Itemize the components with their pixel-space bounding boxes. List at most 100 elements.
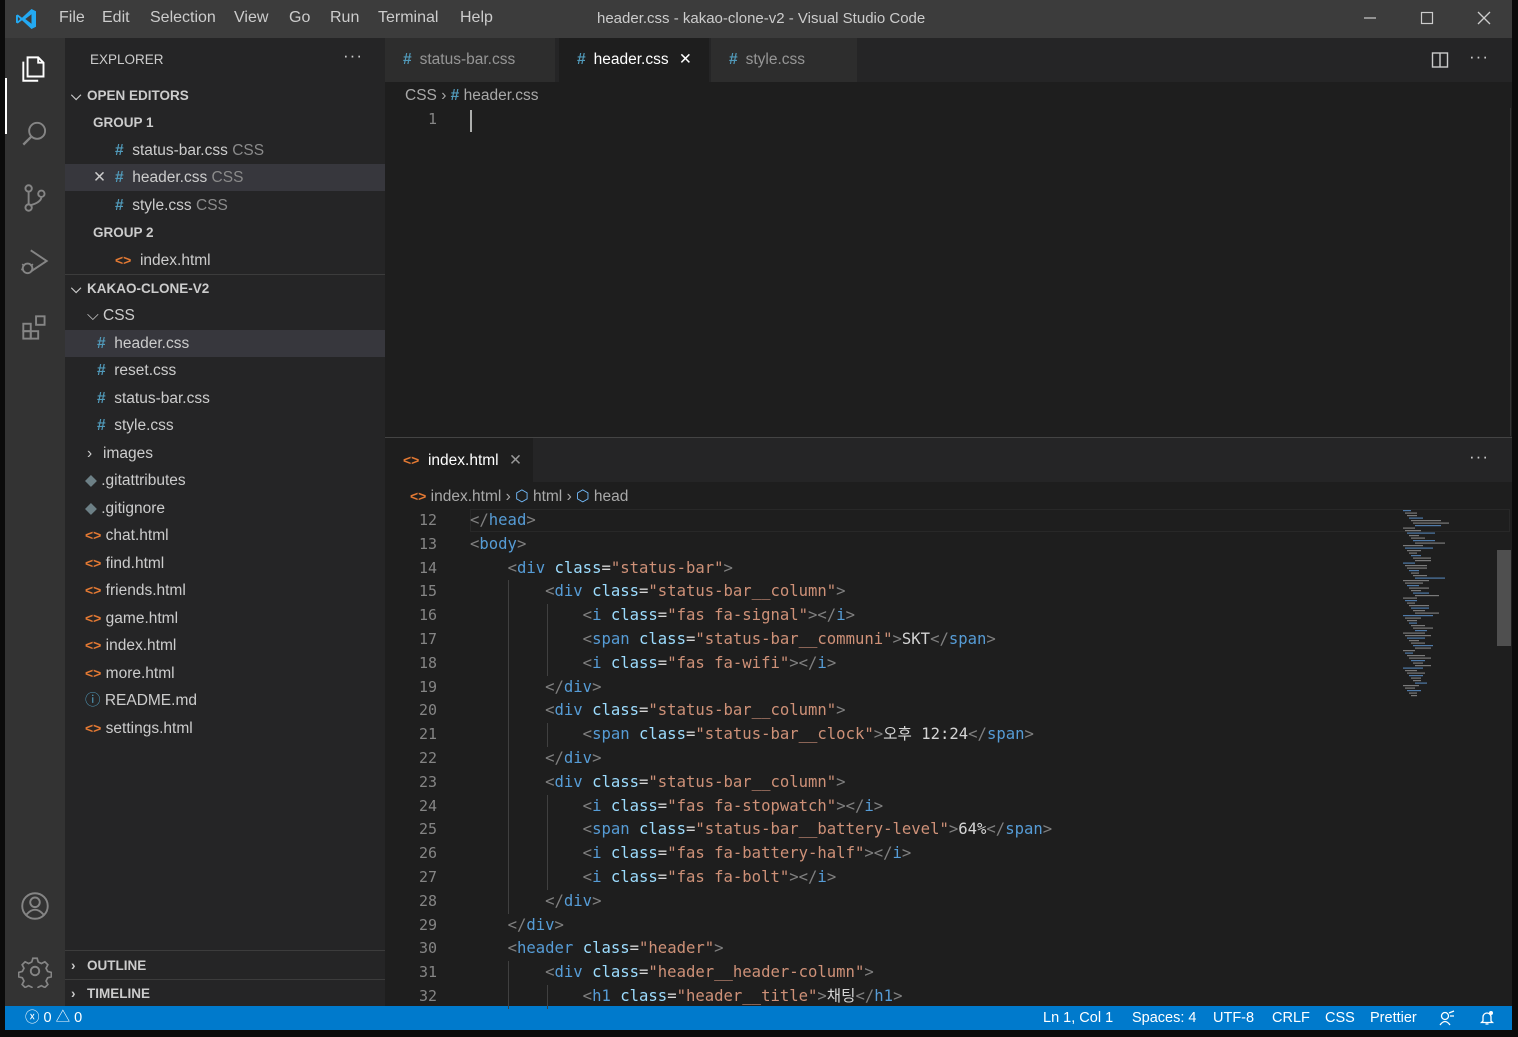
breadcrumb-folder[interactable]: CSS [405,87,437,104]
code-token: > [592,749,602,767]
minimap[interactable] [1395,508,1495,708]
file-find-html[interactable]: <> find.html [65,550,385,577]
code-token: ></ [808,606,837,625]
minimap-line [1415,612,1439,614]
minimap-line [1411,625,1425,627]
extensions-icon [22,315,46,340]
problems-indicator[interactable]: ⓧ 0 △ 0 [25,1006,82,1030]
tab-style-css[interactable]: # style.css [711,38,857,82]
code-token: < [582,987,593,1005]
open-editors-header[interactable]: ⌵ OPEN EDITORS [65,82,385,109]
breadcrumb-symbol-html[interactable]: html [533,488,562,505]
code-token: div [516,558,546,577]
end-of-line[interactable]: CRLF [1272,1006,1310,1030]
html-file-icon: <> [85,665,102,681]
file-style-css[interactable]: # style.css [65,412,385,439]
timeline-header[interactable]: › TIMELINE [65,980,385,1007]
open-editor-header-css[interactable]: ✕ # header.css CSS [65,164,385,191]
code-token: < [582,820,593,839]
file-more-html[interactable]: <> more.html [65,660,385,687]
minimap-line [1403,650,1415,652]
indentation[interactable]: Spaces: 4 [1132,1006,1197,1030]
file-header-css[interactable]: # header.css [65,330,385,357]
editor-more-button[interactable]: ··· [1469,447,1489,467]
feedback-icon[interactable] [1439,1010,1455,1026]
accounts-button[interactable] [5,878,65,934]
source-control-button[interactable] [5,170,65,226]
explorer-button[interactable] [5,40,65,96]
vertical-scrollbar[interactable] [1497,550,1511,646]
file-friends-html[interactable]: <> friends.html [65,577,385,604]
folder-css[interactable]: ⌵ CSS [65,302,385,329]
code-token: "header__header-column" [648,963,865,982]
menu-view[interactable]: View [234,9,268,27]
notifications-bell-icon[interactable] [1479,1010,1495,1026]
language-mode[interactable]: CSS [1325,1006,1355,1030]
file-chat-html[interactable]: <> chat.html [65,522,385,549]
encoding[interactable]: UTF-8 [1213,1006,1254,1030]
project-header[interactable]: ⌵ KAKAO-CLONE-V2 [65,275,385,302]
code-line: <div class="status-bar"> [470,557,733,581]
css-file-icon: # [97,362,106,379]
close-tab-icon[interactable]: ✕ [509,452,522,469]
minimap-line [1403,685,1419,687]
folder-images[interactable]: › images [65,440,385,467]
menu-file[interactable]: File [59,9,85,27]
minimize-button[interactable] [1342,0,1398,38]
html-file-icon: <> [85,720,102,736]
css-file-icon: # [115,169,124,186]
menu-selection[interactable]: Selection [150,9,216,27]
git-file-icon: ◆ [85,472,97,489]
breadcrumb-symbol-head[interactable]: head [594,488,628,505]
menu-run[interactable]: Run [330,9,359,27]
file-gitignore[interactable]: ◆ .gitignore [65,495,385,522]
file-settings-html[interactable]: <> settings.html [65,715,385,742]
prettier-status[interactable]: Prettier [1370,1006,1417,1030]
open-editor-index-html[interactable]: <> index.html [65,247,385,274]
close-editor-icon[interactable]: ✕ [93,164,115,191]
close-window-button[interactable] [1456,0,1512,38]
menu-edit[interactable]: Edit [102,9,130,27]
code-token: class [582,939,630,958]
file-reset-css[interactable]: # reset.css [65,357,385,384]
file-game-html[interactable]: <> game.html [65,605,385,632]
search-button[interactable] [5,106,65,162]
editor-more-button[interactable]: ··· [1469,47,1489,67]
menu-help[interactable]: Help [460,9,493,27]
file-gitattributes[interactable]: ◆ .gitattributes [65,467,385,494]
tab-index-html[interactable]: <> index.html ✕ [385,438,533,482]
group-2-header[interactable]: GROUP 2 [65,219,385,246]
tab-header-css[interactable]: # header.css ✕ [559,38,709,82]
explorer-more-button[interactable]: ··· [343,46,363,66]
chevron-down-icon: ⌵ [87,307,99,324]
cursor-position[interactable]: Ln 1, Col 1 [1043,1006,1113,1030]
split-editor-icon[interactable] [1431,51,1449,69]
manage-button[interactable] [5,943,65,999]
code-token: class [610,796,658,815]
line-number: 18 [418,653,437,672]
close-tab-icon[interactable]: ✕ [679,51,692,68]
file-readme-md[interactable]: ⓘ README.md [65,687,385,714]
indent-guide [508,985,510,1009]
menu-terminal[interactable]: Terminal [378,9,438,27]
breadcrumb-file[interactable]: header.css [464,87,539,104]
file-status-bar-css[interactable]: # status-bar.css [65,385,385,412]
tab-status-bar-css[interactable]: # status-bar.css [385,38,555,82]
open-editor-style-css[interactable]: # style.css CSS [65,192,385,219]
code-token: </ [507,915,527,934]
maximize-button[interactable] [1399,0,1455,38]
open-editor-status-bar-css[interactable]: # status-bar.css CSS [65,137,385,164]
breadcrumb-file[interactable]: index.html [431,488,502,505]
file-index-html[interactable]: <> index.html [65,632,385,659]
extensions-button[interactable] [5,300,65,356]
run-debug-icon [21,249,49,275]
group-1-header[interactable]: GROUP 1 [65,109,385,136]
menu-go[interactable]: Go [289,9,310,27]
outline-header[interactable]: › OUTLINE [65,952,385,979]
run-debug-button[interactable] [5,234,65,290]
